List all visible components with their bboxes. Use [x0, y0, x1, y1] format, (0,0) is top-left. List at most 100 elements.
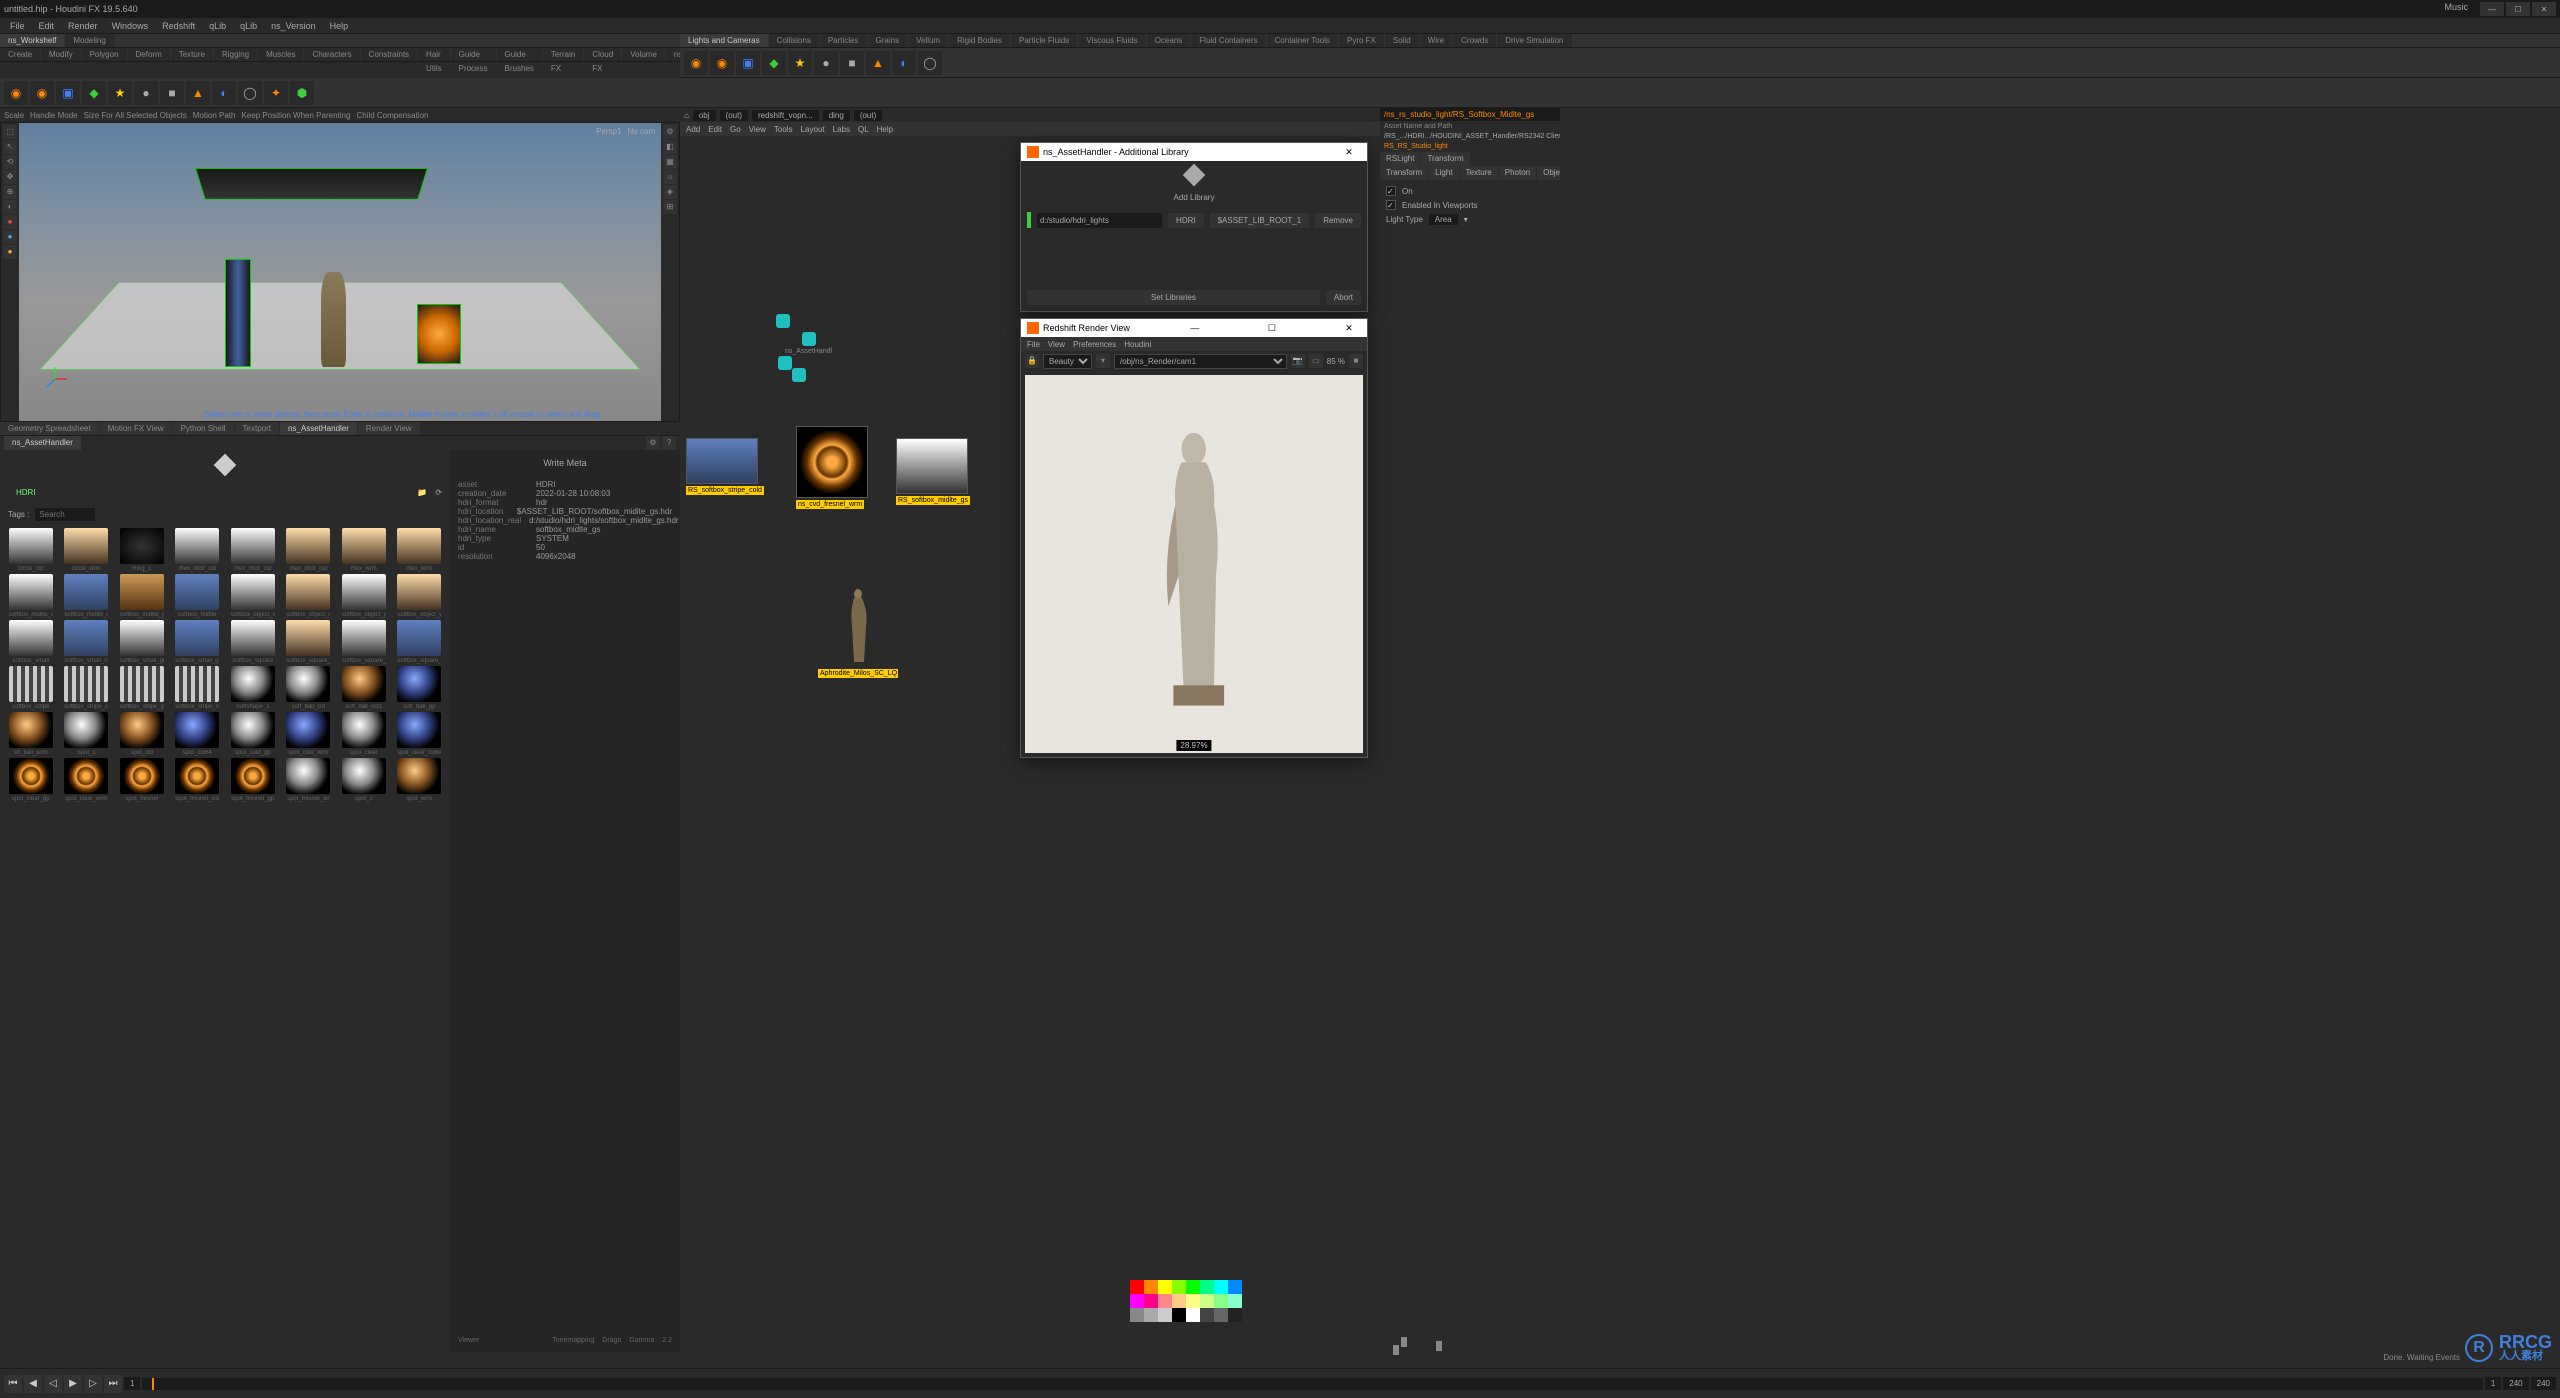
asset-item[interactable]: rflex_rflctr_cld	[282, 528, 336, 572]
color-swatch[interactable]	[1144, 1280, 1158, 1294]
shelf-tab[interactable]: Volume	[622, 48, 665, 61]
color-swatch[interactable]	[1130, 1294, 1144, 1308]
reload-icon[interactable]: ⟳	[435, 488, 442, 497]
checkbox[interactable]	[1386, 186, 1396, 196]
gear-icon[interactable]: ⚙	[646, 436, 660, 450]
render-menu-item[interactable]: View	[1048, 340, 1065, 349]
maximize-icon[interactable]: ☐	[1260, 323, 1284, 334]
shelf-tab[interactable]: Modify	[41, 48, 81, 61]
shelf-tab[interactable]: Rigid Bodies	[949, 34, 1010, 47]
vp-tool-icon[interactable]: ◐	[3, 200, 17, 214]
render-menu-item[interactable]: Houdini	[1124, 340, 1151, 349]
color-swatch[interactable]	[1200, 1294, 1214, 1308]
asset-item[interactable]: softbox_midlte_cr	[4, 574, 58, 618]
shelf-tool-icon[interactable]: ◯	[918, 51, 942, 75]
camera-label[interactable]: No cam	[627, 127, 655, 136]
param-tab[interactable]: Transform	[1421, 152, 1469, 166]
shelf-tool-icon[interactable]: ▣	[736, 51, 760, 75]
chevron-down-icon[interactable]: ▾	[1464, 215, 1468, 224]
asset-item[interactable]: spot_clear_cld64	[393, 712, 447, 756]
close-button[interactable]: ✕	[2532, 2, 2556, 16]
asset-item[interactable]: rflex_rflctr_cld	[171, 528, 225, 572]
asset-item[interactable]: softbox_stripe	[4, 666, 58, 710]
color-swatch[interactable]	[1214, 1294, 1228, 1308]
color-swatch[interactable]	[1158, 1294, 1172, 1308]
asset-item[interactable]: spot_fresnel_wr	[282, 758, 336, 802]
asset-item[interactable]: spot_clear	[337, 712, 391, 756]
shelf-tab[interactable]: Solid	[1385, 34, 1419, 47]
minimize-icon[interactable]: —	[1183, 323, 1207, 333]
param-tab[interactable]: RSLight	[1380, 152, 1420, 166]
color-swatch[interactable]	[1228, 1308, 1242, 1322]
shelf-tab[interactable]: ns_Workshelf	[0, 34, 64, 47]
last-frame-button[interactable]: ⏭	[104, 1375, 122, 1393]
vp-tool-icon[interactable]: ⟲	[3, 155, 17, 169]
asset-item[interactable]: softbox_small	[4, 620, 58, 664]
asset-item[interactable]: softbox_square_g	[337, 620, 391, 664]
asset-item[interactable]: soft_ball_gp	[393, 666, 447, 710]
first-frame-button[interactable]: ⏮	[4, 1375, 22, 1393]
library-path-input[interactable]	[1037, 213, 1162, 228]
asset-lib-field[interactable]: $ASSET_LIB_ROOT_1	[1210, 213, 1310, 228]
network-node[interactable]	[792, 368, 806, 382]
menu-item[interactable]: qLib	[234, 18, 263, 33]
shelf-tool-icon[interactable]: ■	[160, 81, 184, 105]
checkbox[interactable]	[1386, 200, 1396, 210]
vp-tool-icon[interactable]: ▦	[663, 155, 677, 169]
param-subtab[interactable]: Transform	[1380, 166, 1428, 180]
filter-hdri[interactable]: HDRI	[8, 486, 44, 499]
asset-item[interactable]: softbox_stripe_cw	[60, 666, 114, 710]
shelf-tab[interactable]: Vellum	[908, 34, 948, 47]
asset-item[interactable]: spot_clear_wrm	[60, 758, 114, 802]
shelf-tool-icon[interactable]: ●	[814, 51, 838, 75]
asset-item[interactable]: rflex_wrm	[337, 528, 391, 572]
shelf-tab[interactable]: Texture	[171, 48, 213, 61]
shelf-tool-icon[interactable]: ▲	[866, 51, 890, 75]
shelf-tab[interactable]: Terrain FX	[543, 48, 583, 61]
shelf-tool-icon[interactable]: ▲	[186, 81, 210, 105]
shelf-tool-icon[interactable]: ◉	[30, 81, 54, 105]
vp-tool-icon[interactable]: ✥	[3, 170, 17, 184]
close-icon[interactable]: ✕	[1337, 147, 1361, 158]
color-swatch[interactable]	[1200, 1280, 1214, 1294]
color-swatch[interactable]	[1186, 1280, 1200, 1294]
net-menu-item[interactable]: QL	[858, 125, 869, 134]
asset-item[interactable]: soft_ball_cld	[282, 666, 336, 710]
asset-item[interactable]: softbox_midlte	[171, 574, 225, 618]
menu-item[interactable]: Edit	[33, 18, 61, 33]
vp-tool-icon[interactable]: ⊞	[663, 200, 677, 214]
path-segment[interactable]: (out)	[854, 110, 882, 121]
set-libraries-button[interactable]: Set Libraries	[1027, 290, 1320, 305]
timeline-track[interactable]	[142, 1378, 2482, 1390]
render-output[interactable]: 28.97%	[1025, 375, 1363, 753]
param-subtab[interactable]: Texture	[1460, 166, 1498, 180]
menu-item[interactable]: Windows	[106, 18, 155, 33]
asset-item[interactable]: softbox_midlte_cr	[60, 574, 114, 618]
shelf-tab[interactable]: Fluid Containers	[1191, 34, 1265, 47]
vp-header-item[interactable]: Motion Path	[193, 111, 236, 120]
maximize-button[interactable]: ☐	[2506, 2, 2530, 16]
color-swatch[interactable]	[1172, 1280, 1186, 1294]
net-menu-item[interactable]: Layout	[801, 125, 825, 134]
network-node[interactable]	[778, 356, 792, 370]
net-menu-item[interactable]: Labs	[833, 125, 850, 134]
vp-tool-icon[interactable]: ◈	[663, 185, 677, 199]
vp-header-item[interactable]: Child Compensation	[356, 111, 428, 120]
shelf-tab[interactable]: Characters	[304, 48, 359, 61]
color-swatch[interactable]	[1172, 1294, 1186, 1308]
shelf-tab[interactable]: Guide Brushes	[497, 48, 542, 61]
vp-tool-icon[interactable]: ☼	[663, 170, 677, 184]
shelf-tool-icon[interactable]: ⬢	[290, 81, 314, 105]
color-swatch[interactable]	[1200, 1308, 1214, 1322]
shelf-tab[interactable]: Crowds	[1453, 34, 1496, 47]
net-menu-item[interactable]: Edit	[708, 125, 722, 134]
asset-item[interactable]: Spot_1	[60, 712, 114, 756]
panel-tab[interactable]: Textport	[235, 422, 279, 435]
asset-path-field[interactable]: /RS_.../HDRI.../HOUDINI_ASSET_Handler/RS…	[1380, 132, 1560, 141]
asset-item[interactable]: softbox_stripe_wr	[171, 666, 225, 710]
next-frame-button[interactable]: ▷	[84, 1375, 102, 1393]
shelf-tab[interactable]: Particle Fluids	[1011, 34, 1077, 47]
asset-item[interactable]: softbox_object_cr	[282, 574, 336, 618]
asset-item[interactable]: softbox_object_gr	[337, 574, 391, 618]
vp-tool-icon[interactable]: ⬚	[3, 125, 17, 139]
